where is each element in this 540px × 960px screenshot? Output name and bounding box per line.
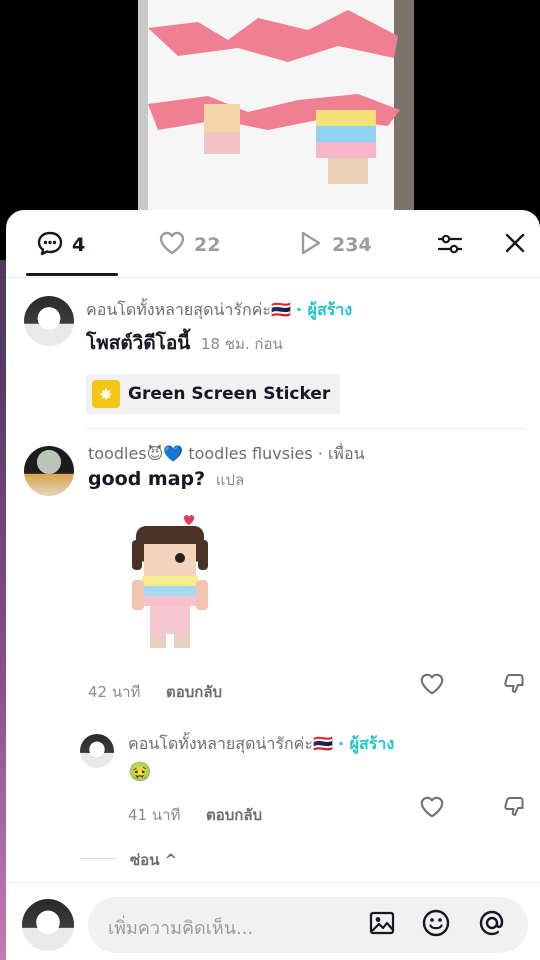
tab-likes[interactable]: 22 (158, 230, 220, 260)
comment-text: 🤢 (128, 760, 152, 783)
add-image-button[interactable] (368, 911, 396, 939)
avatar[interactable] (24, 446, 74, 496)
comment-body: good map? (88, 468, 206, 490)
smiley-icon (421, 908, 451, 942)
active-tab-indicator (26, 273, 118, 276)
reply-button[interactable]: ตอบกลับ (206, 803, 262, 827)
video-preview[interactable] (138, 0, 414, 230)
avatar[interactable] (24, 296, 74, 346)
comment-time: 41 นาที (128, 806, 181, 824)
dislike-comment-button[interactable] (500, 672, 528, 700)
comment-composer: เพิ่มความคิดเห็น... (6, 882, 540, 960)
heart-icon (419, 794, 445, 824)
stats-bar: 4 22 234 (6, 210, 540, 278)
green-screen-sticker-chip[interactable]: ✸ Green Screen Sticker (86, 374, 341, 414)
play-icon (296, 229, 324, 262)
comment-body: 🤢 (128, 761, 152, 783)
translate-link[interactable]: แปล (216, 471, 244, 489)
comments-sheet: 4 22 234 คอนโดทั้งหลายสุดน่ารักค่ะ🇹🇭 · ผ… (6, 210, 540, 960)
image-icon (368, 909, 396, 941)
divider (86, 428, 524, 429)
close-icon (503, 231, 527, 259)
close-button[interactable] (500, 230, 530, 260)
sparkle-icon: ✸ (92, 380, 120, 408)
comment-input[interactable]: เพิ่มความคิดเห็น... (88, 897, 528, 953)
comment-input-placeholder: เพิ่มความคิดเห็น... (108, 918, 254, 939)
views-count: 234 (332, 234, 372, 256)
comment-body: โพสต์วิดีโอนี้ (86, 332, 191, 354)
my-avatar[interactable] (22, 899, 74, 951)
comment-username[interactable]: คอนโดทั้งหลายสุดน่ารักค่ะ🇹🇭 · ผู้สร้าง (128, 732, 394, 757)
comment-time: 18 ชม. ก่อน (200, 335, 283, 353)
comment-username[interactable]: toodles😈💙 toodles fluvsies · เพื่อน (88, 442, 365, 467)
at-icon (477, 908, 507, 942)
heart-icon (419, 671, 445, 701)
sticker-label: Green Screen Sticker (128, 384, 331, 404)
heart-icon (158, 229, 186, 262)
comment-time: 42 นาที (88, 683, 141, 701)
filter-button[interactable] (434, 230, 466, 262)
speech-bubble-icon (36, 229, 64, 262)
thumbs-down-icon (501, 671, 527, 701)
username-text: คอนโดทั้งหลายสุดน่ารักค่ะ🇹🇭 (86, 300, 291, 319)
username-text: คอนโดทั้งหลายสุดน่ารักค่ะ🇹🇭 (128, 734, 333, 753)
comment-username[interactable]: คอนโดทั้งหลายสุดน่ารักค่ะ🇹🇭 · ผู้สร้าง (86, 298, 352, 323)
friend-badge: · เพื่อน (317, 444, 365, 463)
like-comment-button[interactable] (418, 672, 446, 700)
comment-text: good map? แปล (88, 468, 244, 492)
emoji-button[interactable] (421, 908, 451, 942)
creator-badge: · ผู้สร้าง (337, 734, 395, 753)
username-text: toodles😈💙 toodles fluvsies (88, 444, 313, 463)
replies-divider (80, 858, 116, 859)
comment-sticker-image[interactable] (122, 510, 222, 658)
tab-views[interactable]: 234 (296, 230, 372, 260)
thumbs-down-icon (501, 794, 527, 824)
comment-text: โพสต์วิดีโอนี้ 18 ชม. ก่อน (86, 328, 283, 358)
reply-button[interactable]: ตอบกลับ (166, 680, 222, 704)
sliders-icon (435, 229, 465, 263)
creator-badge: · ผู้สร้าง (295, 300, 353, 319)
hide-replies-button[interactable]: ซ่อน ^ (130, 848, 177, 872)
video-thumbnail-art (148, 10, 400, 184)
comments-count: 4 (72, 234, 86, 256)
likes-count: 22 (194, 234, 221, 256)
mention-button[interactable] (477, 908, 507, 942)
tab-comments[interactable]: 4 (36, 230, 85, 260)
avatar[interactable] (80, 734, 114, 768)
like-comment-button[interactable] (418, 795, 446, 823)
dislike-comment-button[interactable] (500, 795, 528, 823)
